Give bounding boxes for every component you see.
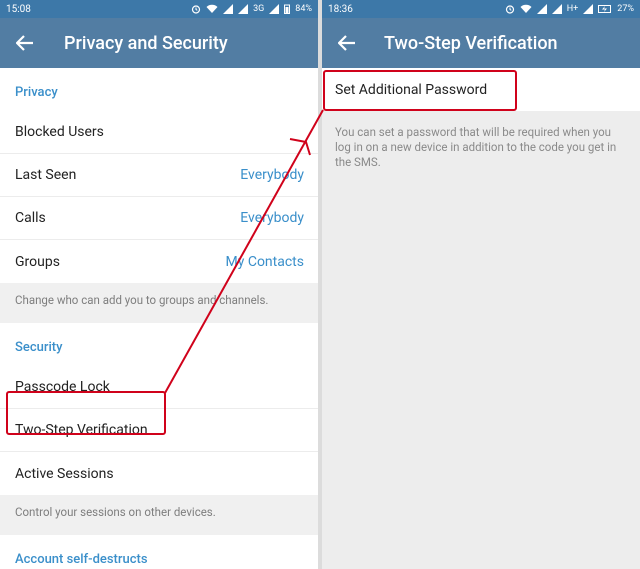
battery-icon — [284, 4, 291, 14]
signal-icon — [536, 4, 547, 14]
app-bar: Two-Step Verification — [322, 18, 640, 68]
wifi-icon — [520, 4, 532, 14]
privacy-header: Privacy — [15, 85, 58, 100]
item-label: Blocked Users — [15, 124, 104, 140]
password-info-text: You can set a password that will be requ… — [335, 125, 617, 169]
signal-icon — [223, 4, 234, 14]
battery-charging-icon — [598, 5, 612, 13]
alarm-icon — [505, 4, 515, 14]
wifi-icon — [206, 4, 218, 14]
signal-icon — [583, 4, 594, 14]
status-time: 18:36 — [328, 3, 353, 15]
battery-level: 27% — [617, 4, 634, 14]
security-header: Security — [15, 340, 63, 355]
calls-item[interactable]: Calls Everybody — [0, 197, 318, 240]
item-label: Active Sessions — [15, 465, 114, 482]
page-title: Two-Step Verification — [384, 32, 558, 54]
item-value: My Contacts — [225, 253, 304, 270]
sessions-info-text: Control your sessions on other devices. — [0, 495, 318, 535]
status-time: 15:08 — [6, 3, 31, 15]
status-bar: 15:08 3G 84% — [0, 0, 318, 18]
highlight-two-step-verification — [6, 391, 166, 435]
network-type: 3G — [253, 4, 265, 14]
back-arrow-icon[interactable] — [322, 18, 372, 68]
signal-icon — [269, 4, 280, 14]
account-self-destructs-header: Account self-destructs — [15, 552, 148, 567]
item-label: Groups — [15, 253, 60, 270]
item-label: Last Seen — [15, 167, 77, 183]
item-value: Everybody — [240, 167, 304, 183]
highlight-set-additional-password — [323, 70, 517, 111]
signal-icon — [551, 4, 562, 14]
item-label: Calls — [15, 210, 46, 226]
battery-level: 84% — [295, 4, 312, 14]
network-type: H+ — [566, 4, 579, 14]
left-screen: 15:08 3G 84% Privacy and Security Privac… — [0, 0, 318, 569]
signal-icon — [238, 4, 249, 14]
page-title: Privacy and Security — [64, 32, 228, 54]
blocked-users-item[interactable]: Blocked Users — [0, 111, 318, 154]
groups-info-text: Change who can add you to groups and cha… — [0, 283, 318, 323]
last-seen-item[interactable]: Last Seen Everybody — [0, 154, 318, 197]
item-value: Everybody — [240, 210, 304, 226]
groups-item[interactable]: Groups My Contacts — [0, 240, 318, 283]
app-bar: Privacy and Security — [0, 18, 318, 68]
status-bar: 18:36 H+ 27% — [322, 0, 640, 18]
back-arrow-icon[interactable] — [0, 18, 50, 68]
active-sessions-item[interactable]: Active Sessions — [0, 452, 318, 495]
alarm-icon — [191, 4, 201, 14]
